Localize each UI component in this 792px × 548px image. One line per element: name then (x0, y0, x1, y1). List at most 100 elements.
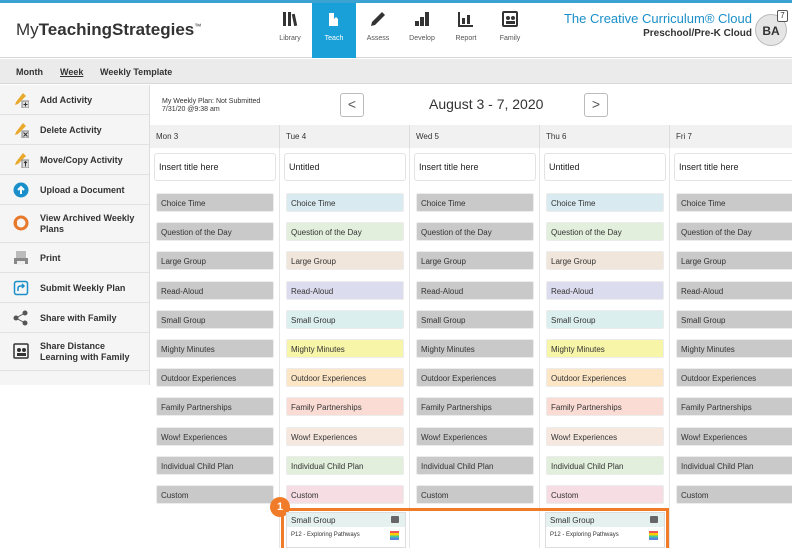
activity-slot[interactable]: Individual Child Plan (676, 456, 792, 475)
notification-badge: 7 (777, 10, 788, 22)
sidebar-item-delete-activity[interactable]: Delete Activity (0, 115, 149, 145)
sidebar-item-view-archived[interactable]: View Archived Weekly Plans (0, 205, 149, 243)
activity-slot[interactable]: Custom (156, 485, 274, 504)
activity-slot[interactable]: Family Partnerships (416, 397, 534, 416)
activity-slot[interactable]: Choice Time (156, 193, 274, 212)
activity-slot[interactable]: Large Group (286, 251, 404, 270)
image-icon (391, 516, 399, 523)
tab-month[interactable]: Month (16, 67, 43, 77)
activity-slot[interactable]: Wow! Experiences (156, 427, 274, 446)
activity-slot[interactable]: Large Group (546, 251, 664, 270)
nav-library[interactable]: Library (268, 3, 312, 58)
activity-card[interactable]: Small Group P12 - Exploring Pathways (286, 512, 406, 548)
activity-slot[interactable]: Mighty Minutes (286, 339, 404, 358)
activity-slot[interactable]: Individual Child Plan (156, 456, 274, 475)
activity-slot[interactable]: Choice Time (676, 193, 792, 212)
activity-slot[interactable]: Choice Time (416, 193, 534, 212)
books-icon (390, 531, 399, 540)
activity-slot[interactable]: Wow! Experiences (416, 427, 534, 446)
day-header: Fri 7 (670, 125, 792, 148)
activity-slot[interactable]: Family Partnerships (676, 397, 792, 416)
activity-slot[interactable]: Small Group (416, 310, 534, 329)
activity-slot[interactable]: Small Group (676, 310, 792, 329)
day-header: Wed 5 (410, 125, 540, 148)
activity-slot[interactable]: Custom (676, 485, 792, 504)
activity-slot[interactable]: Family Partnerships (546, 397, 664, 416)
activity-slot[interactable]: Mighty Minutes (676, 339, 792, 358)
activity-slot[interactable]: Read-Aloud (286, 281, 404, 300)
nav-teach[interactable]: Teach (312, 3, 356, 58)
avatar[interactable]: BA 7 (755, 10, 788, 46)
activity-slot[interactable]: Question of the Day (286, 222, 404, 241)
activity-slot[interactable]: Outdoor Experiences (676, 368, 792, 387)
sidebar-item-move-copy-activity[interactable]: Move/Copy Activity (0, 145, 149, 175)
nav-develop[interactable]: Develop (400, 3, 444, 58)
tab-week[interactable]: Week (60, 67, 83, 77)
activity-slot[interactable]: Small Group (546, 310, 664, 329)
teach-icon (312, 3, 356, 33)
sidebar-item-share-distance-learning[interactable]: Share Distance Learning with Family (0, 333, 149, 371)
activity-slot[interactable]: Custom (416, 485, 534, 504)
day-header: Thu 6 (540, 125, 670, 148)
nav-report[interactable]: Report (444, 3, 488, 58)
report-icon (444, 3, 488, 33)
activity-slot[interactable]: Outdoor Experiences (286, 368, 404, 387)
activity-slot[interactable]: Custom (546, 485, 664, 504)
activity-slot[interactable]: Individual Child Plan (546, 456, 664, 475)
activity-slot[interactable]: Family Partnerships (156, 397, 274, 416)
day-title-field[interactable]: Insert title here (414, 153, 536, 181)
day-title-field[interactable]: Untitled (284, 153, 406, 181)
activity-slot[interactable]: Individual Child Plan (416, 456, 534, 475)
activity-slot[interactable]: Individual Child Plan (286, 456, 404, 475)
sidebar-item-print[interactable]: Print (0, 243, 149, 273)
develop-icon (400, 3, 444, 33)
nav-assess[interactable]: Assess (356, 3, 400, 58)
activity-slot[interactable]: Large Group (676, 251, 792, 270)
share-icon (13, 310, 29, 326)
activity-slot[interactable]: Mighty Minutes (546, 339, 664, 358)
activity-card[interactable]: Small Group P12 - Exploring Pathways (545, 512, 665, 548)
activity-slot[interactable]: Small Group (156, 310, 274, 329)
activity-slot[interactable]: Question of the Day (156, 222, 274, 241)
activity-slot[interactable]: Question of the Day (416, 222, 534, 241)
family-icon (488, 3, 532, 33)
activity-slot[interactable]: Question of the Day (546, 222, 664, 241)
activity-slot[interactable]: Outdoor Experiences (546, 368, 664, 387)
activity-slot[interactable]: Large Group (416, 251, 534, 270)
activity-slot[interactable]: Read-Aloud (676, 281, 792, 300)
day-title-field[interactable]: Untitled (544, 153, 666, 181)
sidebar-item-share-with-family[interactable]: Share with Family (0, 303, 149, 333)
app-logo[interactable]: MyTeachingStrategies™ (16, 20, 201, 40)
activity-slot[interactable]: Read-Aloud (156, 281, 274, 300)
activity-slot[interactable]: Outdoor Experiences (416, 368, 534, 387)
sidebar-item-add-activity[interactable]: Add Activity (0, 85, 149, 115)
activity-slot[interactable]: Small Group (286, 310, 404, 329)
activity-slot[interactable]: Question of the Day (676, 222, 792, 241)
activity-slot[interactable]: Choice Time (546, 193, 664, 212)
plan-status: My Weekly Plan: Not Submitted 7/31/20 @9… (162, 98, 261, 113)
next-week-button[interactable]: > (584, 93, 608, 117)
activity-slot[interactable]: Wow! Experiences (286, 427, 404, 446)
activity-slot[interactable]: Wow! Experiences (676, 427, 792, 446)
library-icon (268, 3, 312, 33)
activity-slot[interactable]: Mighty Minutes (156, 339, 274, 358)
activity-slot[interactable]: Custom (286, 485, 404, 504)
image-icon (650, 516, 658, 523)
day-title-field[interactable]: Insert title here (674, 153, 792, 181)
delete-activity-icon (13, 122, 30, 139)
sidebar-item-upload-document[interactable]: Upload a Document (0, 175, 149, 205)
card-title: Small Group (550, 516, 595, 525)
activity-slot[interactable]: Read-Aloud (416, 281, 534, 300)
activity-slot[interactable]: Large Group (156, 251, 274, 270)
activity-slot[interactable]: Family Partnerships (286, 397, 404, 416)
activity-slot[interactable]: Choice Time (286, 193, 404, 212)
tab-weekly-template[interactable]: Weekly Template (100, 67, 172, 77)
previous-week-button[interactable]: < (340, 93, 364, 117)
activity-slot[interactable]: Wow! Experiences (546, 427, 664, 446)
activity-slot[interactable]: Read-Aloud (546, 281, 664, 300)
activity-slot[interactable]: Mighty Minutes (416, 339, 534, 358)
day-title-field[interactable]: Insert title here (154, 153, 276, 181)
activity-slot[interactable]: Outdoor Experiences (156, 368, 274, 387)
nav-family[interactable]: Family (488, 3, 532, 58)
sidebar-item-submit-weekly-plan[interactable]: Submit Weekly Plan (0, 273, 149, 303)
